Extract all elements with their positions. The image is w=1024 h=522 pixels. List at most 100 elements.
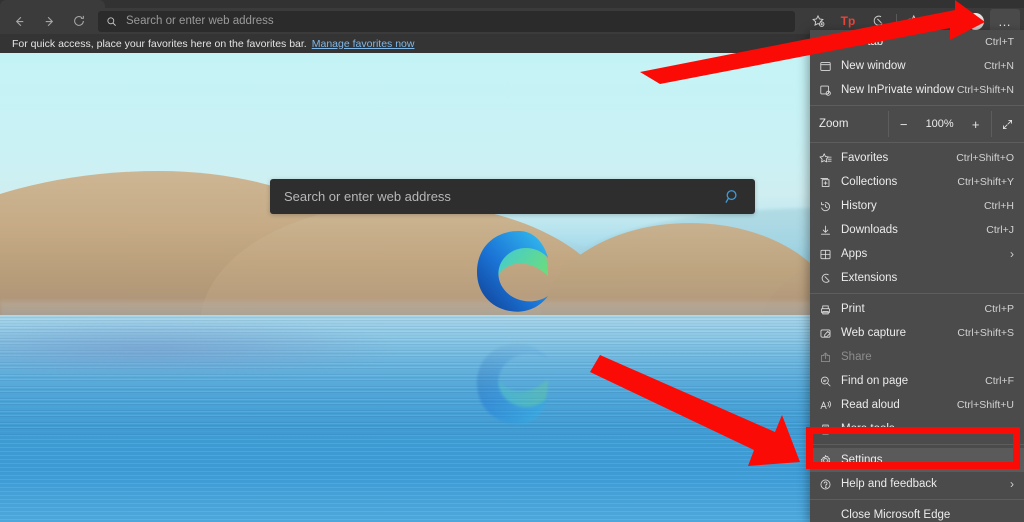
- menu-item-web-capture[interactable]: Web capture Ctrl+Shift+S: [810, 321, 1024, 345]
- menu-item-label: Extensions: [841, 272, 898, 284]
- collections-icon: [819, 176, 841, 189]
- menu-separator: [810, 444, 1024, 445]
- zoom-out-button[interactable]: −: [889, 117, 919, 132]
- menu-item-label: Read aloud: [841, 399, 900, 411]
- water-foam: [0, 319, 400, 379]
- settings-and-more-menu[interactable]: New tab Ctrl+T New window Ctrl+N New InPriva…: [810, 30, 1024, 522]
- menu-zoom-row: Zoom −100% +: [810, 109, 1024, 139]
- print-icon: [819, 303, 841, 316]
- manage-favorites-link[interactable]: Manage favorites now: [312, 38, 415, 50]
- avatar: [966, 12, 984, 30]
- menu-item-help-and-feedback[interactable]: Help and feedback ›: [810, 472, 1024, 496]
- menu-item-accelerator: Ctrl+P: [984, 303, 1014, 315]
- menu-item-new-window[interactable]: New window Ctrl+N: [810, 54, 1024, 78]
- more-tools-icon: [819, 423, 841, 436]
- menu-item-label: Print: [841, 303, 865, 315]
- zoom-label: Zoom: [819, 118, 849, 130]
- favorites-bar-message: For quick access, place your favorites h…: [12, 37, 307, 50]
- page-search-placeholder: Search or enter web address: [284, 189, 451, 204]
- menu-item-accelerator: Ctrl+N: [983, 60, 1014, 72]
- menu-item-favorites[interactable]: Favorites Ctrl+Shift+O: [810, 146, 1024, 170]
- menu-item-label: Downloads: [841, 224, 898, 236]
- menu-item-label: Close Microsoft Edge: [841, 509, 951, 521]
- menu-item-find-on-page[interactable]: Find on page Ctrl+F: [810, 369, 1024, 393]
- menu-item-downloads[interactable]: Downloads Ctrl+J: [810, 218, 1024, 242]
- menu-item-new-tab[interactable]: New tab Ctrl+T: [810, 30, 1024, 54]
- menu-item-accelerator: Ctrl+J: [986, 224, 1014, 236]
- read-aloud-icon: [819, 399, 841, 412]
- share-icon: [819, 351, 841, 364]
- menu-item-close-microsoft-edge[interactable]: Close Microsoft Edge: [810, 503, 1024, 522]
- menu-item-accelerator: Ctrl+Shift+U: [956, 399, 1014, 411]
- menu-item-label: Settings: [841, 454, 883, 466]
- menu-separator: [810, 499, 1024, 500]
- history-icon: [819, 200, 841, 213]
- menu-separator: [810, 293, 1024, 294]
- new-tab-icon: [819, 36, 841, 49]
- new-window-icon: [819, 60, 841, 73]
- menu-item-label: More tools: [841, 423, 895, 435]
- menu-item-label: Help and feedback: [841, 478, 937, 490]
- active-tab[interactable]: [0, 0, 105, 8]
- menu-item-read-aloud[interactable]: Read aloud Ctrl+Shift+U: [810, 393, 1024, 417]
- menu-item-settings[interactable]: Settings: [810, 448, 1024, 472]
- menu-item-label: New tab: [841, 36, 884, 48]
- web-capture-icon: [819, 327, 841, 340]
- help-icon: [819, 478, 841, 491]
- back-arrow-icon[interactable]: [4, 9, 34, 33]
- favorites-star-icon: [819, 152, 841, 165]
- menu-item-label: Web capture: [841, 327, 906, 339]
- apps-icon: [819, 248, 841, 261]
- settings-gear-icon: [819, 454, 841, 467]
- fullscreen-icon[interactable]: [990, 111, 1024, 137]
- menu-item-label: Apps: [841, 248, 868, 260]
- menu-item-accelerator: Ctrl+F: [985, 375, 1014, 387]
- refresh-icon[interactable]: [64, 9, 94, 33]
- address-bar[interactable]: Search or enter web address: [98, 10, 795, 32]
- magnifier-icon[interactable]: [724, 188, 741, 205]
- menu-item-accelerator: Ctrl+T: [985, 36, 1014, 48]
- menu-item-print[interactable]: Print Ctrl+P: [810, 297, 1024, 321]
- search-icon: [106, 16, 117, 27]
- page-search-box[interactable]: Search or enter web address: [270, 179, 755, 214]
- tab-strip: [0, 0, 1024, 8]
- zoom-level-value: 100%: [925, 118, 954, 130]
- tp-extension-label: Tp: [840, 14, 856, 28]
- menu-item-extensions[interactable]: Extensions: [810, 266, 1024, 290]
- menu-separator: [810, 105, 1024, 106]
- zoom-controls: −100% +: [887, 111, 991, 137]
- menu-item-collections[interactable]: Collections Ctrl+Shift+Y: [810, 170, 1024, 194]
- menu-item-label: History: [841, 200, 877, 212]
- menu-item-label: Find on page: [841, 375, 909, 387]
- inprivate-icon: [819, 84, 841, 97]
- menu-item-label: New window: [841, 60, 906, 72]
- menu-item-accelerator: Ctrl+H: [983, 200, 1014, 212]
- menu-item-accelerator: Ctrl+Shift+N: [956, 84, 1014, 96]
- menu-item-accelerator: Ctrl+Shift+O: [956, 152, 1014, 164]
- menu-separator: [810, 142, 1024, 143]
- edge-logo: [469, 226, 569, 326]
- zoom-in-button[interactable]: +: [961, 117, 991, 132]
- edge-browser-window: Search or enter web address Tp … For qui…: [0, 0, 1024, 522]
- menu-item-accelerator: Ctrl+Shift+Y: [957, 176, 1014, 188]
- menu-item-more-tools[interactable]: More tools ›: [810, 417, 1024, 441]
- forward-arrow-icon[interactable]: [34, 9, 64, 33]
- menu-item-label: Favorites: [841, 152, 889, 164]
- menu-item-new-inprivate-window[interactable]: New InPrivate window Ctrl+Shift+N: [810, 78, 1024, 102]
- edge-logo-reflection: [469, 329, 569, 429]
- menu-item-accelerator: Ctrl+Shift+S: [957, 327, 1014, 339]
- menu-item-label: Share: [841, 351, 872, 363]
- menu-item-apps[interactable]: Apps ›: [810, 242, 1024, 266]
- chevron-right-icon: ›: [1010, 247, 1014, 261]
- chevron-right-icon: ›: [1010, 477, 1014, 491]
- extensions-icon: [819, 272, 841, 285]
- chevron-right-icon: ›: [1010, 422, 1014, 436]
- menu-item-history[interactable]: History Ctrl+H: [810, 194, 1024, 218]
- find-icon: [819, 375, 841, 388]
- ellipsis-glyph: …: [998, 13, 1012, 29]
- downloads-icon: [819, 224, 841, 237]
- menu-item-share: Share: [810, 345, 1024, 369]
- address-bar-placeholder: Search or enter web address: [126, 15, 274, 27]
- toolbar-divider: [896, 14, 897, 28]
- menu-item-label: New InPrivate window: [841, 84, 955, 96]
